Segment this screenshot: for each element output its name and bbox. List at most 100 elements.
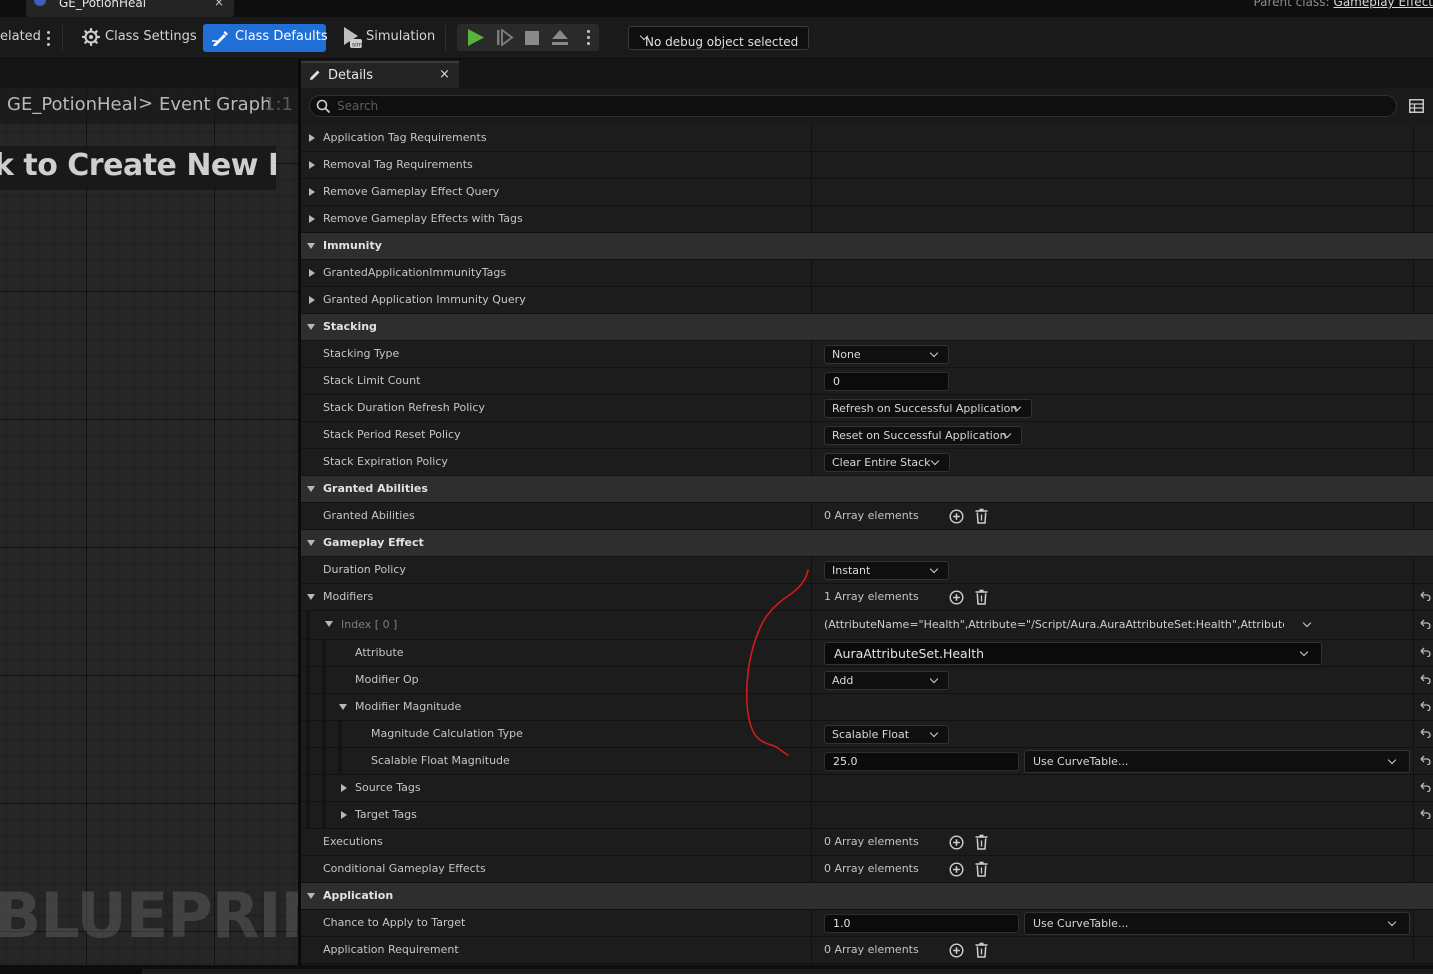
reset-to-default-icon[interactable] bbox=[1419, 782, 1431, 792]
expand-arrow-icon[interactable] bbox=[309, 215, 315, 223]
play-icon[interactable] bbox=[467, 28, 485, 47]
horizontal-scrollbar[interactable] bbox=[0, 965, 1433, 974]
property-row[interactable]: Source Tags bbox=[301, 775, 1433, 802]
stack-limit-count-input[interactable]: 0 bbox=[824, 372, 949, 391]
property-row[interactable]: Granted Application Immunity Query bbox=[301, 287, 1433, 314]
collapse-arrow-icon[interactable] bbox=[307, 540, 315, 546]
property-row[interactable]: Remove Gameplay Effects with Tags bbox=[301, 206, 1433, 233]
eject-icon[interactable] bbox=[551, 29, 569, 46]
graph-editor-panel[interactable]: GE_PotionHeal > Event Graph 1:1 k to Cre… bbox=[0, 59, 298, 965]
trash-icon[interactable] bbox=[975, 861, 988, 877]
step-icon[interactable] bbox=[496, 29, 514, 46]
indent-guide bbox=[322, 721, 326, 748]
reset-to-default-icon[interactable] bbox=[1419, 674, 1431, 684]
reset-to-default-icon[interactable] bbox=[1419, 591, 1431, 601]
trash-icon[interactable] bbox=[975, 942, 988, 958]
property-row[interactable]: Application Tag Requirements bbox=[301, 125, 1433, 152]
expand-arrow-icon[interactable] bbox=[309, 296, 315, 304]
trash-icon[interactable] bbox=[975, 589, 988, 605]
stacking-type-dropdown[interactable]: None bbox=[824, 345, 949, 364]
column-splitter[interactable] bbox=[811, 125, 812, 152]
expand-arrow-icon[interactable] bbox=[309, 134, 315, 142]
collapse-arrow-icon[interactable] bbox=[307, 594, 315, 600]
debug-object-dropdown[interactable]: No debug object selected bbox=[628, 26, 809, 50]
curve-table-selector[interactable]: Use CurveTable... bbox=[1024, 750, 1410, 773]
reset-to-default-icon[interactable] bbox=[1419, 647, 1431, 657]
breadcrumb-root[interactable]: GE_PotionHeal bbox=[7, 94, 138, 115]
column-splitter[interactable] bbox=[811, 179, 812, 206]
curve-table-selector[interactable]: Use CurveTable... bbox=[1024, 912, 1410, 935]
property-row[interactable]: Removal Tag Requirements bbox=[301, 152, 1433, 179]
add-element-icon[interactable] bbox=[949, 590, 964, 605]
column-splitter[interactable] bbox=[811, 694, 812, 721]
stack-duration-refresh-policy-dropdown[interactable]: Refresh on Successful Application bbox=[824, 399, 1032, 418]
expand-arrow-icon[interactable] bbox=[309, 161, 315, 169]
collapse-arrow-icon[interactable] bbox=[307, 486, 315, 492]
expand-arrow-icon[interactable] bbox=[341, 784, 347, 792]
more-options-icon[interactable] bbox=[47, 31, 51, 49]
attribute-selector[interactable]: AuraAttributeSet.Health bbox=[824, 642, 1322, 665]
class-settings-button[interactable]: Class Settings bbox=[80, 24, 197, 52]
play-options-icon[interactable] bbox=[587, 30, 591, 48]
expand-arrow-icon[interactable] bbox=[309, 269, 315, 277]
search-input[interactable] bbox=[337, 97, 1377, 115]
stack-expiration-policy-dropdown[interactable]: Clear Entire Stack bbox=[824, 453, 950, 472]
details-tab[interactable]: Details × bbox=[301, 61, 459, 88]
chevron-down-icon[interactable] bbox=[1302, 618, 1312, 628]
reset-to-default-icon[interactable] bbox=[1419, 728, 1431, 738]
property-row-modifier-magnitude[interactable]: Modifier Magnitude bbox=[301, 694, 1433, 721]
document-tab[interactable]: GE_PotionHeal × bbox=[26, 0, 234, 17]
property-label: Granted Abilities bbox=[323, 509, 415, 522]
scalable-float-magnitude-input[interactable]: 25.0 bbox=[824, 752, 1019, 771]
add-element-icon[interactable] bbox=[949, 835, 964, 850]
property-row-index[interactable]: Index [ 0 ] (AttributeName="Health",Attr… bbox=[301, 611, 1433, 640]
collapse-arrow-icon[interactable] bbox=[307, 243, 315, 249]
category-gameplay-effect[interactable]: Gameplay Effect bbox=[301, 530, 1433, 557]
close-icon[interactable]: × bbox=[214, 0, 224, 9]
stop-icon[interactable] bbox=[524, 30, 540, 46]
reset-to-default-icon[interactable] bbox=[1419, 809, 1431, 819]
category-immunity[interactable]: Immunity bbox=[301, 233, 1433, 260]
add-element-icon[interactable] bbox=[949, 509, 964, 524]
reset-to-default-icon[interactable] bbox=[1419, 755, 1431, 765]
property-row[interactable]: Target Tags bbox=[301, 802, 1433, 829]
class-defaults-icon bbox=[212, 31, 228, 46]
trash-icon[interactable] bbox=[975, 834, 988, 850]
category-application[interactable]: Application bbox=[301, 883, 1433, 910]
collapse-arrow-icon[interactable] bbox=[307, 324, 315, 330]
column-splitter[interactable] bbox=[811, 775, 812, 802]
column-splitter[interactable] bbox=[811, 152, 812, 179]
property-row-modifiers[interactable]: Modifiers 1 Array elements bbox=[301, 584, 1433, 611]
reset-to-default-icon[interactable] bbox=[1419, 619, 1431, 629]
collapse-arrow-icon[interactable] bbox=[307, 893, 315, 899]
column-splitter[interactable] bbox=[811, 287, 812, 314]
simulation-button[interactable]: sim Simulation bbox=[340, 24, 435, 52]
trash-icon[interactable] bbox=[975, 508, 988, 524]
column-splitter[interactable] bbox=[811, 802, 812, 829]
column-splitter[interactable] bbox=[811, 206, 812, 233]
dropdown-value: Add bbox=[832, 674, 854, 687]
expand-arrow-icon[interactable] bbox=[341, 811, 347, 819]
category-granted-abilities[interactable]: Granted Abilities bbox=[301, 476, 1433, 503]
add-element-icon[interactable] bbox=[949, 862, 964, 877]
view-options-grid-icon[interactable] bbox=[1409, 99, 1424, 113]
class-defaults-button[interactable]: Class Defaults bbox=[203, 24, 328, 52]
magnitude-calculation-type-dropdown[interactable]: Scalable Float bbox=[824, 725, 949, 744]
modifier-op-dropdown[interactable]: Add bbox=[824, 671, 949, 690]
property-row[interactable]: GrantedApplicationImmunityTags bbox=[301, 260, 1433, 287]
scrollbar-thumb[interactable] bbox=[142, 969, 1433, 974]
collapse-arrow-icon[interactable] bbox=[339, 704, 347, 710]
add-element-icon[interactable] bbox=[949, 943, 964, 958]
stack-period-reset-policy-dropdown[interactable]: Reset on Successful Application bbox=[824, 426, 1022, 445]
parent-class-link[interactable]: Gameplay Effect bbox=[1334, 0, 1433, 9]
duration-policy-dropdown[interactable]: Instant bbox=[824, 561, 949, 580]
chance-to-apply-input[interactable]: 1.0 bbox=[824, 914, 1019, 933]
category-stacking[interactable]: Stacking bbox=[301, 314, 1433, 341]
column-splitter[interactable] bbox=[811, 260, 812, 287]
close-icon[interactable]: × bbox=[439, 67, 450, 82]
expand-arrow-icon[interactable] bbox=[309, 188, 315, 196]
reset-to-default-icon[interactable] bbox=[1419, 701, 1431, 711]
property-row[interactable]: Remove Gameplay Effect Query bbox=[301, 179, 1433, 206]
collapse-arrow-icon[interactable] bbox=[325, 621, 333, 627]
browse-related-button[interactable]: elated bbox=[0, 29, 41, 44]
